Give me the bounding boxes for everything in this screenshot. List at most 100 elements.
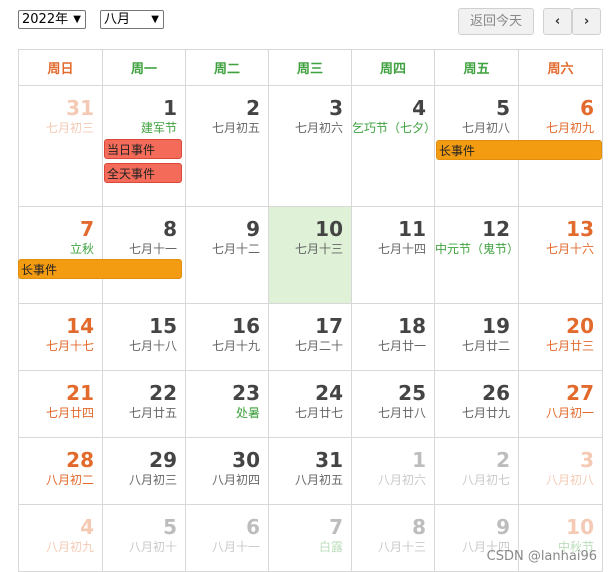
lunar-date: 八月初五	[294, 473, 343, 487]
day-number: 22	[149, 381, 177, 405]
day-number: 7	[80, 217, 94, 241]
lunar-date: 七月十二	[211, 242, 260, 256]
day-number: 6	[580, 96, 594, 120]
day-cell[interactable]: 7 立秋	[18, 206, 103, 304]
day-cell[interactable]: 23 处暑	[185, 370, 269, 438]
day-number: 18	[398, 314, 426, 338]
year-select[interactable]: 2022年 ▼	[18, 10, 86, 29]
day-number: 8	[163, 217, 177, 241]
calendar-week: 28 八月初二 29 八月初三 30 八月初四 31 八月初五 1 八月初六 2 八月初七 3 八月初八	[18, 437, 603, 505]
month-select[interactable]: 八月 ▼	[100, 10, 164, 29]
lunar-date: 八月初三	[128, 473, 177, 487]
day-number: 5	[163, 515, 177, 539]
day-number: 8	[412, 515, 426, 539]
day-cell[interactable]: 13 七月十六	[518, 206, 603, 304]
day-cell[interactable]: 12 中元节（鬼节）	[434, 206, 520, 304]
event-long-1[interactable]: 长事件	[436, 140, 602, 160]
day-cell[interactable]: 14 七月十七	[18, 303, 103, 371]
day-cell[interactable]: 20 七月廿三	[518, 303, 603, 371]
day-number: 26	[482, 381, 510, 405]
day-cell[interactable]: 4 八月初九	[18, 504, 103, 572]
day-number: 4	[80, 515, 94, 539]
day-number: 14	[66, 314, 94, 338]
weekday-sun: 周日	[18, 49, 103, 86]
day-cell[interactable]: 21 七月廿四	[18, 370, 103, 438]
day-cell[interactable]: 10 七月十三	[268, 206, 352, 304]
day-number: 23	[232, 381, 260, 405]
lunar-date: 八月初六	[377, 473, 426, 487]
event-all-day[interactable]: 全天事件	[104, 163, 182, 183]
day-cell[interactable]: 28 八月初二	[18, 437, 103, 505]
day-cell[interactable]: 3 八月初八	[518, 437, 603, 505]
day-number: 10	[315, 217, 343, 241]
day-cell[interactable]: 7 白露	[268, 504, 352, 572]
day-cell[interactable]: 18 七月廿一	[351, 303, 435, 371]
day-cell[interactable]: 22 七月廿五	[102, 370, 186, 438]
lunar-date: 七月初九	[545, 121, 594, 135]
day-cell[interactable]: 9 七月十二	[185, 206, 269, 304]
festival-label: 乞巧节（七夕）	[352, 121, 437, 135]
day-cell[interactable]: 6 八月十一	[185, 504, 269, 572]
day-cell[interactable]: 1 八月初六	[351, 437, 435, 505]
day-cell[interactable]: 17 七月二十	[268, 303, 352, 371]
day-cell[interactable]: 2 八月初七	[434, 437, 519, 505]
day-cell[interactable]: 30 八月初四	[185, 437, 269, 505]
calendar-grid: 周日 周一 周二 周三 周四 周五 周六 31 七月初三 1 建军节 2 七月初五 3 七月初…	[18, 49, 603, 572]
day-number: 3	[329, 96, 343, 120]
prev-month-button[interactable]: ‹	[543, 8, 572, 35]
day-cell[interactable]: 29 八月初三	[102, 437, 186, 505]
festival-label: 立秋	[69, 242, 94, 256]
day-cell[interactable]: 26 七月廿九	[434, 370, 519, 438]
lunar-date: 八月初十	[128, 540, 177, 554]
day-cell[interactable]: 8 八月十三	[351, 504, 435, 572]
event-long-2[interactable]: 长事件	[18, 259, 182, 279]
lunar-date: 八月初四	[211, 473, 260, 487]
day-number: 2	[496, 448, 510, 472]
day-number: 13	[566, 217, 594, 241]
day-number: 27	[566, 381, 594, 405]
lunar-date: 七月廿四	[45, 406, 94, 420]
lunar-date: 七月廿七	[294, 406, 343, 420]
back-to-today-button[interactable]: 返回今天	[458, 8, 534, 35]
day-cell[interactable]: 3 七月初六	[268, 85, 352, 207]
lunar-date: 八月初八	[545, 473, 594, 487]
day-cell[interactable]: 2 七月初五	[185, 85, 269, 207]
day-cell[interactable]: 19 七月廿二	[434, 303, 519, 371]
day-cell[interactable]: 31 七月初三	[18, 85, 103, 207]
next-month-button[interactable]: ›	[572, 8, 601, 35]
calendar-week: 14 七月十七 15 七月十八 16 七月十九 17 七月二十 18 七月廿一 19 七月廿二 20 七月…	[18, 303, 603, 371]
day-cell[interactable]: 27 八月初一	[518, 370, 603, 438]
day-number: 24	[315, 381, 343, 405]
day-cell[interactable]: 11 七月十四	[351, 206, 435, 304]
day-cell[interactable]: 8 七月十一	[102, 206, 186, 304]
day-number: 1	[412, 448, 426, 472]
lunar-date: 七月廿一	[377, 339, 426, 353]
day-number: 25	[398, 381, 426, 405]
day-number: 31	[315, 448, 343, 472]
day-cell[interactable]: 5 八月初十	[102, 504, 186, 572]
day-cell[interactable]: 16 七月十九	[185, 303, 269, 371]
day-number: 16	[232, 314, 260, 338]
day-number: 28	[66, 448, 94, 472]
day-cell[interactable]: 25 七月廿八	[351, 370, 435, 438]
watermark: CSDN @lanhai96	[486, 549, 597, 564]
weekday-thu: 周四	[351, 49, 435, 86]
day-number: 19	[482, 314, 510, 338]
day-cell[interactable]: 31 八月初五	[268, 437, 352, 505]
event-today[interactable]: 当日事件	[104, 139, 182, 159]
day-cell[interactable]: 15 七月十八	[102, 303, 186, 371]
calendar-week: 7 立秋 8 七月十一 9 七月十二 10 七月十三 11 七月十四 12 中元节（鬼节） 13 七月十六	[18, 206, 603, 304]
lunar-date: 七月初六	[294, 121, 343, 135]
weekday-wed: 周三	[268, 49, 352, 86]
lunar-date: 八月初二	[45, 473, 94, 487]
lunar-date: 七月初三	[45, 121, 94, 135]
day-cell[interactable]: 24 七月廿七	[268, 370, 352, 438]
year-select-value: 2022年	[22, 12, 69, 27]
lunar-date: 七月初八	[461, 121, 510, 135]
day-cell[interactable]: 4 乞巧节（七夕）	[351, 85, 437, 207]
festival-label: 中元节（鬼节）	[435, 242, 520, 256]
lunar-date: 七月初五	[211, 121, 260, 135]
lunar-date: 七月十四	[377, 242, 426, 256]
day-number: 5	[496, 96, 510, 120]
lunar-date: 七月二十	[294, 339, 343, 353]
